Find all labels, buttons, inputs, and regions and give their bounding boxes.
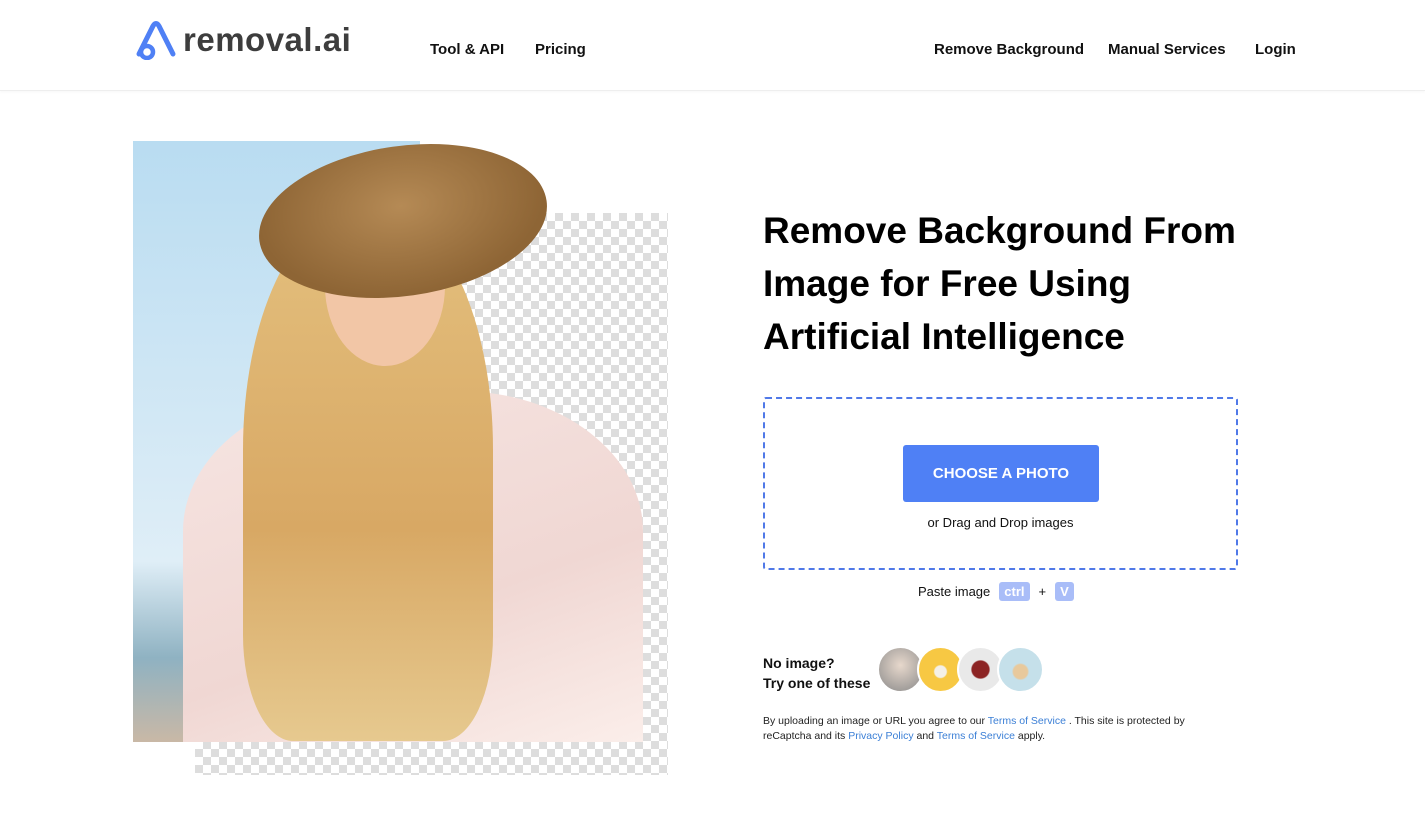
drag-drop-hint: or Drag and Drop images — [927, 515, 1074, 530]
upload-dropzone[interactable]: CHOOSE A PHOTO or Drag and Drop images — [763, 397, 1238, 570]
sample-prompt: No image? Try one of these — [763, 653, 870, 693]
nav-manual-services[interactable]: Manual Services — [1108, 41, 1226, 58]
paste-label: Paste image — [918, 584, 991, 599]
legal-text: and — [913, 730, 937, 742]
legal-text: By uploading an image or URL you agree t… — [763, 715, 988, 727]
page-title: Remove Background From Image for Free Us… — [763, 210, 1236, 357]
paste-hint: Paste image ctrl + V — [918, 582, 1074, 601]
logo-text: removal.ai — [183, 21, 352, 58]
nav-remove-background[interactable]: Remove Background — [934, 41, 1084, 58]
plus-sign: + — [1038, 584, 1047, 599]
logo-icon — [136, 21, 176, 60]
terms-link-2[interactable]: Terms of Service — [937, 730, 1015, 742]
nav-pricing[interactable]: Pricing — [535, 41, 586, 58]
terms-link[interactable]: Terms of Service — [988, 715, 1066, 727]
sample-images — [877, 646, 1044, 693]
sample-dog[interactable] — [997, 646, 1044, 693]
legal-text: apply. — [1014, 730, 1046, 742]
choose-photo-button[interactable]: CHOOSE A PHOTO — [903, 445, 1099, 502]
sample-prompt-line2: Try one of these — [763, 675, 871, 691]
nav-tool-api[interactable]: Tool & API — [430, 41, 504, 58]
privacy-link[interactable]: Privacy Policy — [848, 730, 913, 742]
v-key: V — [1055, 582, 1074, 601]
sample-prompt-line1: No image? — [763, 655, 835, 671]
hero-image — [133, 126, 673, 781]
site-header: removal.ai Tool & API Pricing Remove Bac… — [0, 0, 1425, 91]
nav-login[interactable]: Login — [1255, 41, 1296, 58]
ctrl-key: ctrl — [999, 582, 1030, 601]
legal-notice: By uploading an image or URL you agree t… — [763, 714, 1233, 744]
logo[interactable]: removal.ai — [133, 20, 351, 60]
